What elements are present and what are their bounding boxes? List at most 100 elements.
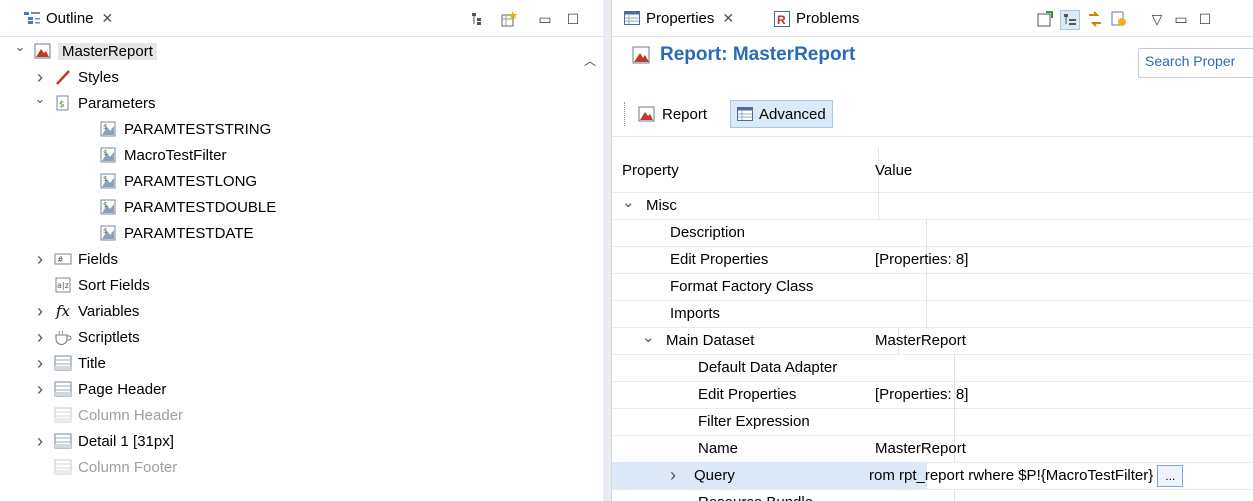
chevron-right-icon[interactable]: › — [32, 431, 48, 452]
property-row[interactable]: Imports — [612, 300, 1253, 328]
property-row[interactable]: Format Factory Class — [612, 273, 1253, 301]
property-value-cell[interactable]: rom rpt_report rwhere $P!{MacroTestFilte… — [869, 462, 1253, 489]
svg-text:a|z: a|z — [57, 281, 69, 290]
property-row[interactable]: Name MasterReport — [612, 435, 1253, 463]
close-icon[interactable]: ✕ — [102, 10, 114, 27]
property-value-cell[interactable]: MasterReport — [869, 327, 1253, 354]
tree-item[interactable]: ⌄ MasterReport — [12, 38, 157, 64]
tree-item[interactable]: Column Footer — [32, 454, 177, 480]
outline-icon — [24, 11, 40, 25]
new-element-icon[interactable] — [500, 10, 518, 28]
property-value-cell[interactable] — [869, 300, 1253, 327]
property-value-cell[interactable] — [869, 354, 1253, 381]
report-section-button[interactable]: Report — [632, 100, 713, 128]
tree-item[interactable]: › fx Variables — [32, 298, 139, 324]
chevron-down-icon[interactable]: ⌄ — [622, 193, 638, 211]
minimize-icon[interactable]: ▭ — [536, 10, 554, 28]
tree-item[interactable]: $ MacroTestFilter — [78, 142, 227, 168]
pin-editor-icon[interactable] — [1036, 10, 1054, 28]
tree-item-label: PARAMTESTLONG — [124, 172, 258, 190]
tree-item[interactable]: › Scriptlets — [32, 324, 140, 350]
tree-item[interactable]: ⌄ $ Parameters — [32, 90, 156, 116]
minimize-icon[interactable]: ▭ — [1172, 10, 1190, 28]
tree-item[interactable]: › Title — [32, 350, 106, 376]
tree-item[interactable]: Column Header — [32, 402, 183, 428]
tree-item-label: PARAMTESTSTRING — [124, 120, 272, 138]
property-value-cell[interactable]: [Properties: 8] — [869, 246, 1253, 273]
maximize-icon[interactable]: ☐ — [564, 10, 582, 28]
property-value-cell[interactable] — [869, 408, 1253, 435]
chevron-right-icon[interactable]: › — [32, 301, 48, 322]
tree-item[interactable]: $ PARAMTESTDOUBLE — [78, 194, 276, 220]
tree-item[interactable]: › Styles — [32, 64, 119, 90]
property-row[interactable]: Edit Properties [Properties: 8] — [612, 381, 1253, 409]
tree-item[interactable]: › # Fields — [32, 246, 118, 272]
property-value-cell[interactable] — [869, 219, 1253, 246]
value-column-header[interactable]: Value — [869, 148, 1253, 192]
tree-item[interactable]: › Page Header — [32, 376, 166, 402]
tab-properties[interactable]: Properties ✕ — [616, 0, 743, 36]
tab-problems[interactable]: R Problems — [766, 0, 867, 36]
property-name: Description — [670, 224, 746, 241]
property-value-cell[interactable]: [Properties: 8] — [869, 381, 1253, 408]
parameter-icon: $ — [100, 173, 118, 189]
tab-outline[interactable]: Outline ✕ — [16, 0, 122, 36]
chevron-down-icon[interactable]: ⌄ — [642, 328, 658, 346]
band-icon — [54, 433, 72, 449]
outline-view: Outline ✕ ▭ ☐ ⌄ MasterReport › Styles ⌄ $ Para… — [0, 0, 603, 501]
property-row[interactable]: ⌄ Main Dataset MasterReport — [612, 327, 1253, 355]
property-column-header[interactable]: Property — [612, 148, 879, 192]
show-advanced-icon[interactable] — [1086, 10, 1104, 28]
property-name-cell[interactable]: ⌄ Misc — [612, 192, 879, 219]
collapse-tree-icon[interactable] — [470, 10, 488, 28]
property-row[interactable]: Default Data Adapter — [612, 354, 1253, 382]
tree-item[interactable]: › Detail 1 [31px] — [32, 428, 174, 454]
restore-default-icon[interactable] — [1110, 10, 1128, 28]
tree-item-label: Variables — [78, 302, 140, 320]
property-row[interactable]: Resource Bundle — [612, 489, 1253, 501]
variables-icon: fx — [55, 302, 70, 320]
close-icon[interactable]: ✕ — [722, 10, 734, 27]
chevron-right-icon[interactable]: › — [32, 327, 48, 348]
property-name-cell[interactable]: ⌄ Main Dataset — [612, 327, 899, 354]
advanced-section-button[interactable]: Advanced — [730, 100, 833, 128]
property-row[interactable]: Filter Expression — [612, 408, 1253, 436]
property-value[interactable]: rom rpt_report rwhere $P!{MacroTestFilte… — [869, 467, 1153, 484]
chevron-down-icon[interactable]: ⌄ — [12, 39, 28, 55]
property-row[interactable]: ⌄ Misc — [612, 192, 1253, 220]
pane-divider[interactable] — [603, 0, 611, 501]
styles-icon — [54, 69, 72, 85]
show-categories-icon[interactable] — [1060, 10, 1080, 30]
scroll-up-icon[interactable]: ︿ — [580, 52, 600, 69]
chevron-right-icon[interactable]: › — [32, 353, 48, 374]
property-value-cell[interactable] — [869, 192, 1253, 219]
band-icon — [54, 407, 72, 423]
property-value-cell[interactable]: MasterReport — [869, 435, 1253, 462]
property-value-cell[interactable] — [869, 489, 1253, 501]
report-icon — [638, 106, 656, 122]
maximize-icon[interactable]: ☐ — [1196, 10, 1214, 28]
property-row[interactable]: Description — [612, 219, 1253, 247]
property-row[interactable]: Edit Properties [Properties: 8] — [612, 246, 1253, 274]
outline-tabbar: Outline ✕ ▭ ☐ — [0, 0, 603, 37]
report-icon — [632, 46, 652, 64]
chevron-right-icon[interactable]: › — [32, 249, 48, 270]
tree-item-label: Detail 1 [31px] — [78, 432, 174, 450]
tree-item[interactable]: $ PARAMTESTDATE — [78, 220, 253, 246]
tree-item[interactable]: $ PARAMTESTSTRING — [78, 116, 271, 142]
tree-item-label: Column Header — [78, 406, 184, 424]
property-value-cell[interactable] — [869, 273, 1253, 300]
chevron-right-icon[interactable]: › — [32, 67, 48, 88]
search-input[interactable]: Search Proper — [1138, 48, 1253, 78]
view-menu-icon[interactable]: ▽ — [1148, 10, 1166, 28]
property-value: MasterReport — [875, 332, 966, 349]
edit-query-button[interactable]: ... — [1157, 464, 1184, 487]
parameters-icon: $ — [54, 95, 72, 111]
tree-item[interactable]: a|z Sort Fields — [32, 272, 150, 298]
chevron-right-icon[interactable]: › — [32, 379, 48, 400]
property-row[interactable]: › Query rom rpt_report rwhere $P!{MacroTes… — [612, 462, 1253, 490]
outline-scrollbar[interactable]: ︿ — [580, 52, 600, 501]
chevron-right-icon[interactable]: › — [670, 465, 686, 486]
chevron-down-icon[interactable]: ⌄ — [32, 91, 48, 107]
tree-item[interactable]: $ PARAMTESTLONG — [78, 168, 257, 194]
